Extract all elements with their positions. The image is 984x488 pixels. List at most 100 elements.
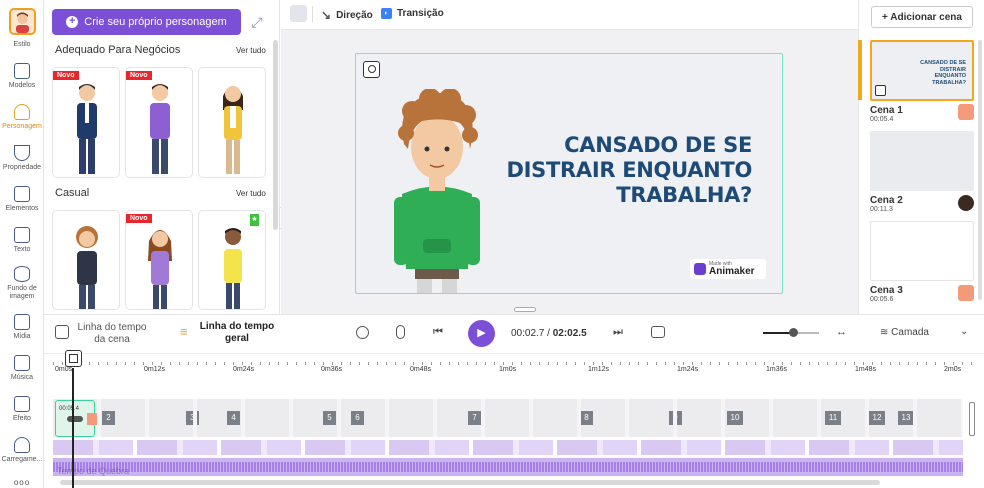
headline-text[interactable]: CANSADO DE SE DISTRAIR ENQUANTO TRABALHA… [507,133,753,208]
sidebar-item-label: Mídia [13,333,31,340]
more-options-icon[interactable]: ooo [0,478,44,487]
global-timeline-tab[interactable]: Linha do tempo geral [196,321,278,345]
scene-segment-number[interactable]: 10 [727,411,743,425]
sidebar-item-background[interactable]: Fundo de imagem [0,266,44,301]
ruler-tick: 0m24s [233,366,255,373]
fit-width-icon[interactable]: ↔ [836,326,847,338]
sidebar-item-character[interactable]: Personagem [0,104,44,130]
create-character-button[interactable]: + Crie seu próprio personagem [52,9,241,35]
direction-button[interactable]: ↘ Direção [321,8,373,22]
transition-button[interactable]: ◐ Transição [381,8,444,19]
playhead-grid-icon [69,354,78,363]
character-card[interactable]: Novo [125,67,193,178]
expand-icon[interactable]: ⤢ [247,12,267,32]
scene-segment-number[interactable]: 13 [898,411,914,425]
sidebar-item-properties[interactable]: Propriedade [0,145,44,171]
scene-segment-number[interactable]: 2 [102,411,115,425]
watermark-brand-text: Animaker [709,266,755,277]
background-color-swatch[interactable] [290,5,307,22]
scene-track[interactable]: 2 3 4 5 6 7 8 9 10 11 12 13 [53,399,963,437]
zoom-slider[interactable] [763,328,819,337]
scene-canvas[interactable]: CANSADO DE SE DISTRAIR ENQUANTO TRABALHA… [355,53,783,294]
sidebar-item-label: Personagem [2,123,42,130]
subtitles-icon[interactable] [651,326,665,338]
previous-icon[interactable]: ⏮ [433,326,443,339]
sidebar-item-templates[interactable]: Modelos [0,63,44,89]
layer-button[interactable]: ≋ Camada [880,327,929,338]
scene-segment-number[interactable]: 5 [323,411,336,425]
layers-icon: ≋ [880,327,889,338]
sidebar-item-label: Texto [13,246,31,253]
scene-color-swatch[interactable] [958,104,974,120]
play-button[interactable]: ▶ [468,320,495,347]
segment-handle-icon[interactable] [67,416,83,422]
sidebar-item-label: Propriedade [2,164,42,171]
elements-icon [14,186,30,202]
ruler-tick: 1m36s [766,366,788,373]
character-boy[interactable] [382,89,492,294]
create-character-label: Crie seu próprio personagem [84,16,227,28]
track-end-handle[interactable] [969,402,975,436]
sidebar-item-upload[interactable]: Carregame... [0,437,44,463]
zoom-slider-knob[interactable] [789,328,798,337]
scene-color-swatch[interactable] [958,285,974,301]
resize-handle[interactable] [514,307,536,312]
scenes-panel: + Adicionar cena CANSADO DE SE DISTRAIR … [858,0,984,314]
character-figure [77,84,97,174]
scenes-scrollbar[interactable] [978,40,982,300]
scene-timeline-icon[interactable] [55,325,69,339]
microphone-icon[interactable] [396,325,405,339]
scene-item[interactable]: CANSADO DE SE DISTRAIR ENQUANTO TRABALHA… [870,40,974,123]
sidebar-item-media[interactable]: Mídia [0,314,44,340]
playhead[interactable] [72,368,74,488]
sidebar-item-music[interactable]: Música [0,355,44,381]
scene-segment-number[interactable]: 12 [869,411,885,425]
scene-thumbnail [870,221,974,281]
scene-segment-number[interactable]: 9 [669,411,682,425]
next-icon[interactable]: ⏭ [613,326,623,339]
direction-label: Direção [336,9,373,21]
playhead-handle-icon[interactable] [65,350,82,367]
character-card[interactable] [198,67,266,178]
timecode: 00:02.7 / 02:02.5 [511,328,587,339]
sidebar-item-label: Modelos [8,82,36,89]
sidebar-item-text[interactable]: Texto [0,227,44,253]
scene-segment-number[interactable]: 3 [186,411,199,425]
style-avatar-icon[interactable] [9,8,36,35]
chevron-down-icon[interactable]: ⌄ [960,326,968,337]
add-scene-button[interactable]: + Adicionar cena [871,6,973,28]
timeline-scrollbar[interactable] [60,480,880,485]
character-card[interactable]: Novo [125,210,193,310]
audio-waveform[interactable]: Tempo de Quebra [53,458,963,476]
panel-scrollbar[interactable] [273,40,278,230]
scene-item[interactable]: Cena 2 00:11.3 [870,131,974,213]
element-track[interactable] [53,440,963,455]
section-title: Casual [55,187,90,199]
scene-item[interactable]: Cena 3 00:05.6 [870,221,974,303]
camera-icon [875,85,886,96]
scene-segment-number[interactable]: 8 [580,411,593,425]
scene-segment-number[interactable]: 4 [227,411,240,425]
text-icon [14,227,30,243]
time-ruler[interactable]: 0m0s 0m12s 0m24s 0m36s 0m48s 1m0s 1m12s … [53,362,973,376]
character-card[interactable]: Novo [52,67,120,178]
scene-segment-number[interactable]: 6 [351,411,364,425]
sidebar-item-effect[interactable]: Efeito [0,396,44,422]
scene-segment-number[interactable]: 7 [468,411,481,425]
scene-segment-number[interactable]: 11 [825,411,841,425]
current-time: 00:02.7 [511,328,545,339]
sidebar-item-style[interactable]: Estilo [0,41,44,48]
scene-color-swatch[interactable] [958,195,974,211]
character-card[interactable]: ★ [198,210,266,310]
camera-focus-icon[interactable] [356,326,369,339]
ruler-tick: 0m48s [410,366,432,373]
background-icon [14,266,30,282]
sidebar-item-elements[interactable]: Elementos [0,186,44,212]
character-figure [223,86,243,174]
camera-icon[interactable] [363,61,380,78]
see-all-link[interactable]: Ver tudo [236,189,266,198]
scene-timeline-tab[interactable]: Linha do tempo da cena [74,322,150,346]
character-card[interactable] [52,210,120,310]
global-timeline-icon[interactable]: ≡ [180,324,188,339]
see-all-link[interactable]: Ver tudo [236,46,266,55]
